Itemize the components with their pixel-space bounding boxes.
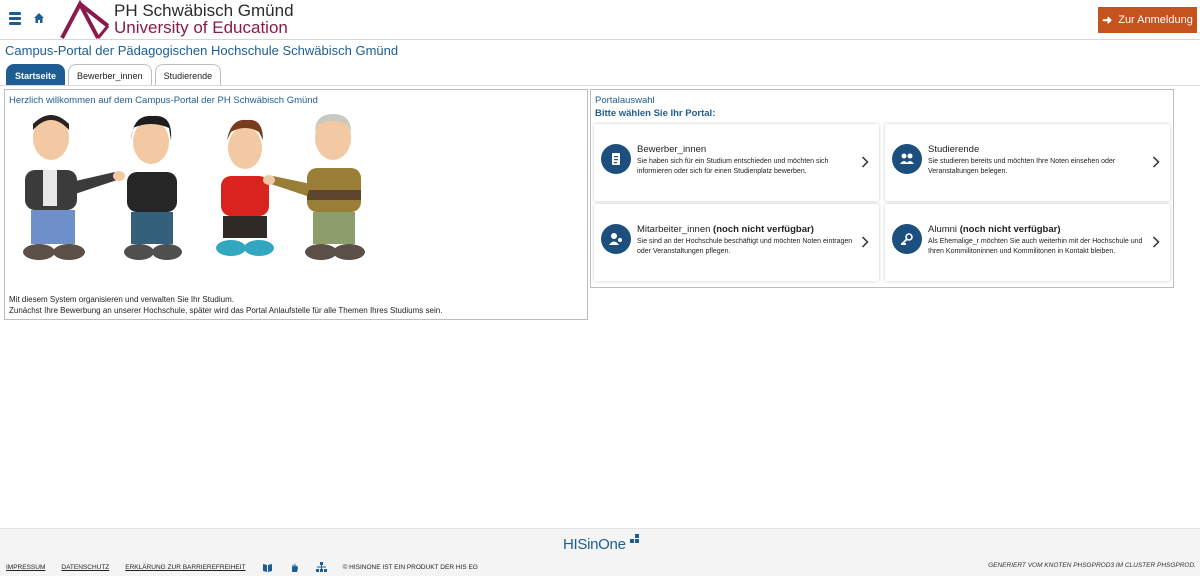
easy-language-icon[interactable] xyxy=(262,562,273,573)
cartoon-characters-illustration xyxy=(23,114,365,260)
header: PH Schwäbisch Gmünd University of Educat… xyxy=(0,0,1200,40)
card-title: Alumni (noch nicht verfügbar) xyxy=(928,224,1061,235)
logo-line2: University of Education xyxy=(114,18,288,37)
welcome-text-line1: Mit diesem System organisieren und verwa… xyxy=(9,295,234,304)
arrow-right-icon: ➜ xyxy=(1102,13,1113,27)
logo-mark-icon xyxy=(60,0,110,39)
character-3 xyxy=(216,119,274,256)
card-title: Mitarbeiter_innen (noch nicht verfügbar) xyxy=(637,224,814,235)
login-label: Zur Anmeldung xyxy=(1118,14,1193,26)
sitemap-icon[interactable] xyxy=(315,562,327,573)
university-logo[interactable]: PH Schwäbisch Gmünd University of Educat… xyxy=(58,0,298,40)
hisinone-logo: HISinOne xyxy=(563,536,626,553)
character-2 xyxy=(124,115,182,260)
card-description: Sie haben sich für ein Studium entschied… xyxy=(637,158,829,175)
footer-links: IMPRESSUM DATENSCHUTZ ERKLÄRUNG ZUR BARR… xyxy=(6,562,478,573)
portal-title: Portalauswahl xyxy=(595,95,655,106)
tab-bar: Startseite Bewerber_innen Studierende xyxy=(6,64,222,86)
document-icon xyxy=(601,144,631,174)
tab-studierende[interactable]: Studierende xyxy=(154,64,222,86)
tab-divider xyxy=(0,85,1200,86)
portal-card-studierende[interactable]: Studierende Sie studieren bereits und mö… xyxy=(885,124,1170,201)
portal-panel: Portalauswahl Bitte wählen Sie Ihr Porta… xyxy=(590,89,1174,288)
portal-card-bewerber[interactable]: Bewerber_innen Sie haben sich für ein St… xyxy=(594,124,879,201)
chevron-right-icon[interactable] xyxy=(861,236,869,248)
welcome-title: Herzlich willkommen auf dem Campus-Porta… xyxy=(9,95,318,106)
sign-language-icon[interactable] xyxy=(289,562,300,573)
card-description: Sie sind an der Hochschule beschäftigt u… xyxy=(637,238,853,255)
login-button[interactable]: ➜ Zur Anmeldung xyxy=(1098,7,1197,33)
home-icon[interactable] xyxy=(33,12,45,24)
generated-by-text: GENERIERT VOM KNOTEN PHSGPROD3 IM CLUSTE… xyxy=(988,562,1196,569)
portal-card-alumni[interactable]: Alumni (noch nicht verfügbar) Als Ehemal… xyxy=(885,204,1170,281)
portal-subtitle: Bitte wählen Sie Ihr Portal: xyxy=(595,108,716,119)
welcome-text: Mit diesem System organisieren und verwa… xyxy=(9,294,442,316)
welcome-text-line2: Zunächst Ihre Bewerbung an unserer Hochs… xyxy=(9,306,443,315)
datenschutz-link[interactable]: DATENSCHUTZ xyxy=(61,564,109,571)
page-title: Campus-Portal der Pädagogischen Hochschu… xyxy=(5,43,399,58)
students-icon xyxy=(892,144,922,174)
hisinone-dots-icon xyxy=(630,534,639,543)
card-title: Bewerber_innen xyxy=(637,144,707,155)
chevron-right-icon[interactable] xyxy=(861,156,869,168)
card-description: Als Ehemalige_r möchten Sie auch weiterh… xyxy=(928,238,1143,255)
impressum-link[interactable]: IMPRESSUM xyxy=(6,564,45,571)
chevron-right-icon[interactable] xyxy=(1152,236,1160,248)
copyright-text: © HISINONE IST EIN PRODUKT DER HIS EG xyxy=(342,564,478,571)
tab-startseite[interactable]: Startseite xyxy=(6,64,66,86)
menu-icon[interactable] xyxy=(9,12,21,26)
portal-card-mitarbeiter[interactable]: Mitarbeiter_innen (noch nicht verfügbar)… xyxy=(594,204,879,281)
staff-icon xyxy=(601,224,631,254)
welcome-panel: Herzlich willkommen auf dem Campus-Porta… xyxy=(4,89,588,320)
card-description: Sie studieren bereits und möchten Ihre N… xyxy=(928,158,1116,175)
character-4 xyxy=(263,114,365,260)
tab-bewerber[interactable]: Bewerber_innen xyxy=(68,64,152,86)
chevron-right-icon[interactable] xyxy=(1152,156,1160,168)
barrierefreiheit-link[interactable]: ERKLÄRUNG ZUR BARRIEREFREIHEIT xyxy=(125,564,245,571)
character-1 xyxy=(23,115,125,260)
alumni-icon xyxy=(892,224,922,254)
card-title: Studierende xyxy=(928,144,980,155)
